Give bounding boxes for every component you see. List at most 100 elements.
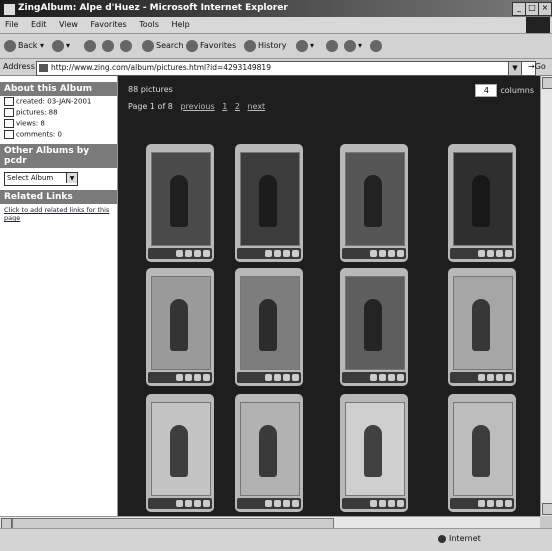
- print-photo-icon[interactable]: [505, 250, 512, 257]
- print-photo-icon[interactable]: [292, 250, 299, 257]
- minimize-button[interactable]: _: [512, 2, 526, 16]
- pagination-page-2-link[interactable]: 2: [235, 102, 240, 111]
- zoom-icon[interactable]: [370, 374, 377, 381]
- menu-file[interactable]: File: [0, 17, 23, 29]
- edit-photo-icon[interactable]: [274, 374, 281, 381]
- edit-photo-icon[interactable]: [487, 500, 494, 507]
- print-photo-icon[interactable]: [203, 374, 210, 381]
- photo-thumbnail-card[interactable]: [146, 144, 214, 262]
- pagination-previous-link[interactable]: previous: [180, 102, 214, 111]
- home-button[interactable]: [120, 39, 134, 53]
- edit-button[interactable]: ▾: [344, 39, 362, 53]
- edit-photo-icon[interactable]: [379, 500, 386, 507]
- zoom-icon[interactable]: [478, 374, 485, 381]
- menu-edit[interactable]: Edit: [26, 17, 52, 29]
- photo-thumbnail[interactable]: [151, 152, 211, 246]
- add-related-link[interactable]: Click to add related links for this page: [0, 204, 117, 224]
- photo-thumbnail[interactable]: [453, 402, 513, 496]
- edit-photo-icon[interactable]: [274, 250, 281, 257]
- email-photo-icon[interactable]: [496, 374, 503, 381]
- zoom-icon[interactable]: [265, 250, 272, 257]
- photo-thumbnail[interactable]: [240, 402, 300, 496]
- email-photo-icon[interactable]: [194, 500, 201, 507]
- edit-photo-icon[interactable]: [185, 374, 192, 381]
- email-photo-icon[interactable]: [496, 500, 503, 507]
- email-photo-icon[interactable]: [283, 250, 290, 257]
- print-photo-icon[interactable]: [397, 374, 404, 381]
- menu-tools[interactable]: Tools: [134, 17, 164, 29]
- zoom-icon[interactable]: [478, 500, 485, 507]
- pagination-page-1-link[interactable]: 1: [222, 102, 227, 111]
- photo-thumbnail-card[interactable]: [235, 268, 303, 386]
- mail-button[interactable]: ▾: [296, 39, 314, 53]
- close-button[interactable]: ×: [538, 2, 552, 16]
- photo-thumbnail-card[interactable]: [235, 394, 303, 512]
- edit-photo-icon[interactable]: [487, 250, 494, 257]
- album-select[interactable]: Select Album ▼: [4, 172, 78, 186]
- email-photo-icon[interactable]: [283, 500, 290, 507]
- horizontal-scrollbar[interactable]: [0, 516, 540, 529]
- maximize-button[interactable]: □: [525, 2, 539, 16]
- photo-thumbnail-card[interactable]: [146, 394, 214, 512]
- email-photo-icon[interactable]: [388, 250, 395, 257]
- print-photo-icon[interactable]: [292, 500, 299, 507]
- edit-photo-icon[interactable]: [379, 250, 386, 257]
- scroll-down-button[interactable]: [542, 503, 552, 515]
- address-dropdown-button[interactable]: ▼: [508, 61, 522, 76]
- email-photo-icon[interactable]: [388, 374, 395, 381]
- zoom-icon[interactable]: [478, 250, 485, 257]
- print-photo-icon[interactable]: [505, 374, 512, 381]
- go-button[interactable]: →Go: [528, 62, 546, 71]
- email-photo-icon[interactable]: [388, 500, 395, 507]
- zoom-icon[interactable]: [265, 500, 272, 507]
- favorites-button[interactable]: Favorites: [186, 39, 236, 53]
- scroll-up-button[interactable]: [542, 77, 552, 89]
- photo-thumbnail[interactable]: [345, 276, 405, 370]
- photo-thumbnail[interactable]: [453, 276, 513, 370]
- edit-photo-icon[interactable]: [487, 374, 494, 381]
- photo-thumbnail-card[interactable]: [340, 144, 408, 262]
- photo-thumbnail-card[interactable]: [448, 394, 516, 512]
- email-photo-icon[interactable]: [283, 374, 290, 381]
- menu-help[interactable]: Help: [166, 17, 194, 29]
- edit-photo-icon[interactable]: [185, 250, 192, 257]
- print-photo-icon[interactable]: [292, 374, 299, 381]
- email-photo-icon[interactable]: [194, 250, 201, 257]
- photo-thumbnail-card[interactable]: [340, 268, 408, 386]
- print-photo-icon[interactable]: [397, 500, 404, 507]
- search-button[interactable]: Search: [142, 39, 183, 53]
- zoom-icon[interactable]: [176, 374, 183, 381]
- print-photo-icon[interactable]: [505, 500, 512, 507]
- photo-thumbnail[interactable]: [151, 276, 211, 370]
- menu-view[interactable]: View: [54, 17, 83, 29]
- photo-thumbnail[interactable]: [345, 152, 405, 246]
- forward-button[interactable]: ▾: [52, 39, 70, 53]
- photo-thumbnail[interactable]: [151, 402, 211, 496]
- photo-thumbnail[interactable]: [240, 276, 300, 370]
- zoom-icon[interactable]: [370, 500, 377, 507]
- pagination-next-link[interactable]: next: [247, 102, 265, 111]
- photo-thumbnail-card[interactable]: [340, 394, 408, 512]
- zoom-icon[interactable]: [370, 250, 377, 257]
- photo-thumbnail-card[interactable]: [448, 144, 516, 262]
- print-photo-icon[interactable]: [203, 250, 210, 257]
- refresh-button[interactable]: [102, 39, 116, 53]
- history-button[interactable]: History: [244, 39, 286, 53]
- stop-button[interactable]: [84, 39, 98, 53]
- discuss-button[interactable]: [370, 39, 384, 53]
- print-photo-icon[interactable]: [203, 500, 210, 507]
- print-button[interactable]: [326, 39, 340, 53]
- columns-select[interactable]: 4: [475, 84, 498, 97]
- photo-thumbnail[interactable]: [240, 152, 300, 246]
- address-input[interactable]: http://www.zing.com/album/pictures.html?…: [36, 61, 536, 76]
- photo-thumbnail-card[interactable]: [146, 268, 214, 386]
- zoom-icon[interactable]: [176, 250, 183, 257]
- edit-photo-icon[interactable]: [185, 500, 192, 507]
- zoom-icon[interactable]: [176, 500, 183, 507]
- photo-thumbnail[interactable]: [453, 152, 513, 246]
- photo-thumbnail[interactable]: [345, 402, 405, 496]
- edit-photo-icon[interactable]: [379, 374, 386, 381]
- back-button[interactable]: Back ▾: [4, 39, 44, 53]
- photo-thumbnail-card[interactable]: [235, 144, 303, 262]
- email-photo-icon[interactable]: [194, 374, 201, 381]
